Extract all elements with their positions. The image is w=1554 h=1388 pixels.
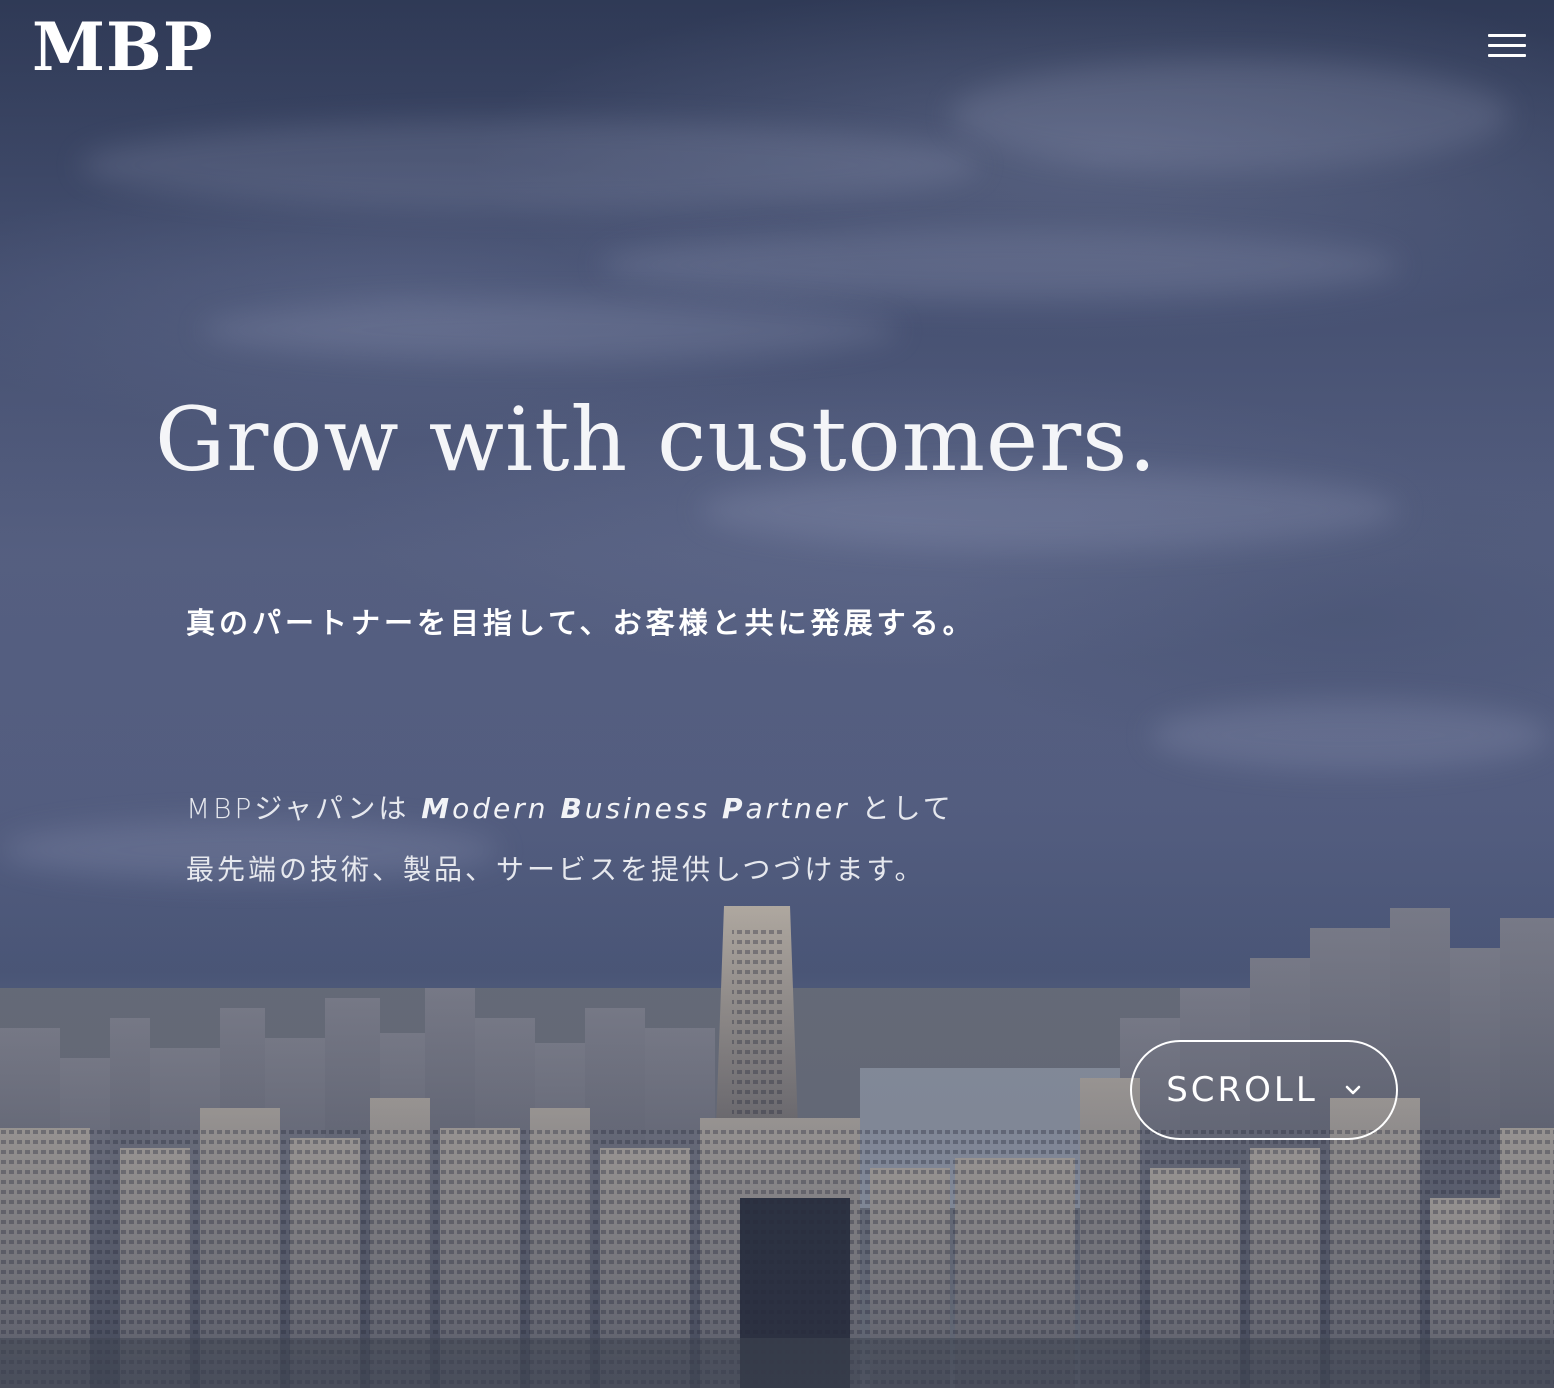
description-line-2: 最先端の技術、製品、サービスを提供しつづけます。 [186,853,926,886]
hero-headline: Grow with customers. [155,388,1158,491]
description-suffix: として [849,792,954,825]
hero-description: MBPジャパンは Modern Business Partner として 最先端… [186,778,954,900]
description-line-1: MBPジャパンは Modern Business Partner として [186,778,954,839]
company-name-expansion: Modern Business Partner [421,792,850,825]
description-prefix: MBPジャパンは [186,792,422,825]
hamburger-menu-icon[interactable] [1488,32,1526,60]
hero-tagline: 真のパートナーを目指して、お客様と共に発展する。 [186,606,976,640]
scroll-label: SCROLL [1166,1070,1318,1110]
mbp-logo[interactable]: MBP [32,14,213,80]
hero-background-image [0,0,1554,1388]
chevron-down-icon [1345,1085,1361,1095]
scroll-button[interactable]: SCROLL [1130,1040,1398,1140]
